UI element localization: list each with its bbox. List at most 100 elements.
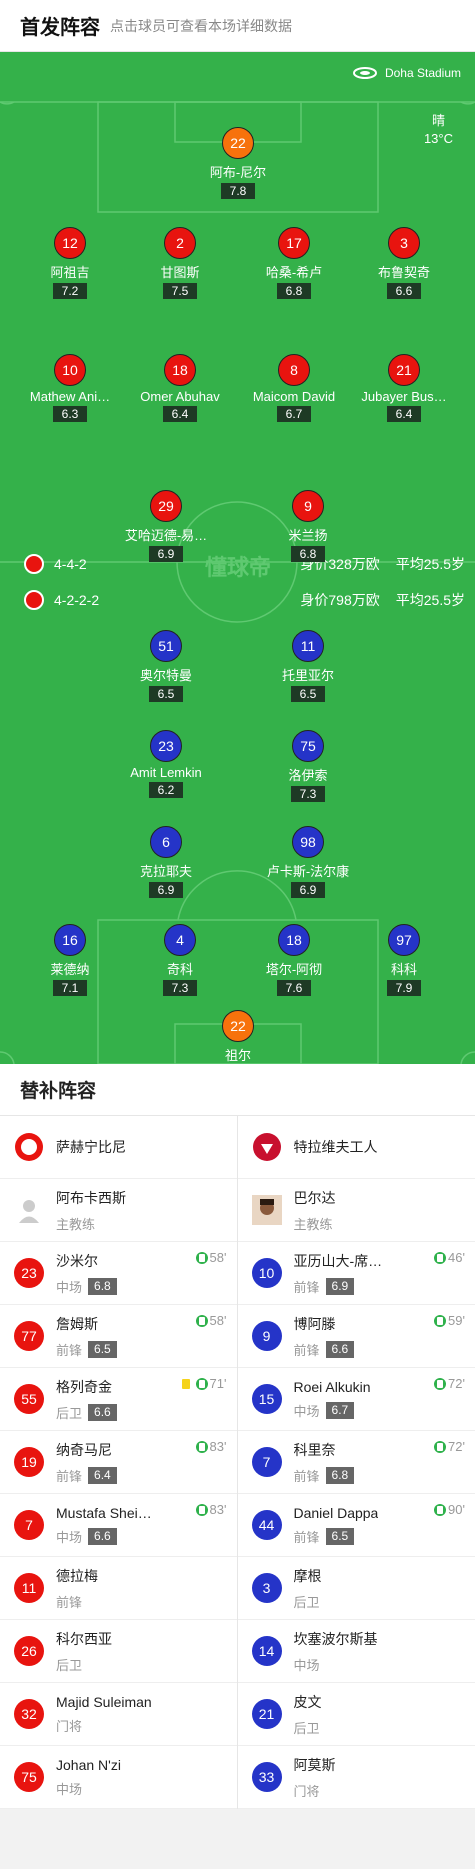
bench-player-rating: 6.6 [88,1528,117,1545]
player-name: 阿祖吉 [10,262,130,281]
player-rating: 7.5 [163,283,197,299]
stadium-label: Doha Stadium [353,66,461,80]
sub-in-minute: 46' [448,1250,465,1265]
bench-player-position: 中场 [56,1527,82,1546]
player-away-5[interactable]: 98卢卡斯-法尔康6.9 [248,826,368,899]
player-home-3[interactable]: 17哈桑-希卢6.8 [234,227,354,300]
player-rating: 6.8 [277,283,311,299]
bench-player-row[interactable]: 7科里奈前锋6.872' [238,1431,475,1494]
bench-player-row[interactable]: 44Daniel Dappa前锋6.590' [238,1494,475,1557]
sub-in-badge: 59' [434,1313,465,1328]
bench-player-row[interactable]: 55格列奇金后卫6.671' [0,1368,237,1431]
sub-in-icon [196,1504,208,1516]
sub-in-icon [434,1378,446,1390]
bench-player-position: 前锋 [294,1466,320,1485]
player-name: 托里亚尔 [248,665,368,684]
sub-in-minute: 83' [210,1439,227,1454]
player-name: 阿布-尼尔 [178,162,298,181]
home-coach-row[interactable]: 阿布卡西斯主教练 [0,1179,237,1242]
player-name: 艾哈迈德-易… [106,525,226,544]
bench-player-row[interactable]: 26科尔西亚后卫 [0,1620,237,1683]
player-home-1[interactable]: 12 阿祖吉 7.2 [10,227,130,300]
bench-player-name: Roei Alkukin [294,1379,371,1395]
bench-player-row[interactable]: 10亚历山大-席…前锋6.946' [238,1242,475,1305]
player-rating: 6.4 [163,406,197,422]
bench-player-row[interactable]: 19纳奇马尼前锋6.483' [0,1431,237,1494]
player-away-7[interactable]: 4奇科7.3 [120,924,240,997]
bench-player-row[interactable]: 23沙米尔中场6.858' [0,1242,237,1305]
sub-in-minute: 58' [210,1250,227,1265]
bench-player-row[interactable]: 33阿莫斯门将 [238,1746,475,1809]
player-number: 3 [388,227,420,259]
bench-title: 替补阵容 [0,1064,475,1116]
bench-player-row[interactable]: 14坎塞波尔斯基中场 [238,1620,475,1683]
player-away-9[interactable]: 97科科7.9 [344,924,464,997]
bench-player-row[interactable]: 21皮文后卫 [238,1683,475,1746]
lineup-subtitle: 点击球员可查看本场详细数据 [110,16,292,36]
player-number: 29 [150,490,182,522]
bench-player-position: 后卫 [56,1655,82,1674]
bench-player-position: 中场 [294,1401,320,1420]
yellow-card-icon [182,1379,190,1389]
bench-player-rating: 6.8 [326,1467,355,1484]
bench-player-number: 11 [14,1573,44,1603]
player-number: 12 [54,227,86,259]
bench-player-position: 后卫 [294,1718,320,1737]
bench-player-name: Majid Suleiman [56,1694,152,1710]
player-home-4[interactable]: 3布鲁契奇6.6 [344,227,464,300]
player-away-10[interactable]: 22祖尔7.6 [178,1010,298,1064]
weather-condition: 晴 [424,112,453,130]
player-home-8[interactable]: 21Jubayer Bus…6.4 [344,354,464,423]
player-number: 51 [150,630,182,662]
bench-player-name: 科尔西亚 [56,1629,112,1649]
bench-player-row[interactable]: 77詹姆斯前锋6.558' [0,1305,237,1368]
player-name: 祖尔 [178,1045,298,1064]
bench-player-position: 前锋 [294,1340,320,1359]
player-name: 卢卡斯-法尔康 [248,861,368,880]
player-away-2[interactable]: 23Amit Lemkin6.2 [106,730,226,799]
player-name: 科科 [344,959,464,978]
player-away-3[interactable]: 75洛伊索7.3 [248,730,368,803]
home-team-row[interactable]: 萨赫宁比尼 [0,1116,237,1179]
player-home-10[interactable]: 9米兰扬6.8 [248,490,368,563]
sub-in-icon [434,1252,446,1264]
player-name: 米兰扬 [248,525,368,544]
bench-player-row[interactable]: 15Roei Alkukin中场6.772' [238,1368,475,1431]
away-coach-name: 巴尔达 [294,1188,336,1208]
bench-player-position: 中场 [294,1655,320,1674]
player-home-9[interactable]: 29 艾哈迈德-易… 6.9 [106,490,226,563]
away-coach-row[interactable]: 巴尔达主教练 [238,1179,475,1242]
player-home-5[interactable]: 10Mathew Ani…6.3 [10,354,130,423]
player-rating: 6.7 [277,406,311,422]
player-name: 奥尔特曼 [106,665,226,684]
player-rating: 6.9 [149,546,183,562]
player-home-6[interactable]: 18Omer Abuhav6.4 [120,354,240,423]
sub-in-minute: 59' [448,1313,465,1328]
player-rating: 7.2 [53,283,87,299]
away-team-logo-icon [252,1132,282,1162]
bench-player-row[interactable]: 7Mustafa Shei…中场6.683' [0,1494,237,1557]
bench-player-position: 中场 [56,1779,82,1798]
home-coach-role: 主教练 [56,1214,126,1233]
player-away-6[interactable]: 16莱德纳7.1 [10,924,130,997]
bench-player-row[interactable]: 9博阿滕前锋6.659' [238,1305,475,1368]
player-away-4[interactable]: 6克拉耶夫6.9 [106,826,226,899]
home-bench: 萨赫宁比尼 阿布卡西斯主教练 23沙米尔中场6.858'77詹姆斯前锋6.558… [0,1116,238,1809]
player-away-8[interactable]: 18塔尔-阿彻7.6 [234,924,354,997]
player-home-7[interactable]: 8Maicom David6.7 [234,354,354,423]
player-away-1[interactable]: 11托里亚尔6.5 [248,630,368,703]
player-home-2[interactable]: 2甘图斯7.5 [120,227,240,300]
bench-player-row[interactable]: 11德拉梅前锋 [0,1557,237,1620]
player-rating: 7.9 [387,980,421,996]
bench-player-name: 科里奈 [294,1440,355,1460]
bench-player-number: 15 [252,1384,282,1414]
player-home-0[interactable]: 22阿布-尼尔7.8 [178,127,298,200]
away-team-row[interactable]: 特拉维夫工人 [238,1116,475,1179]
bench-player-row[interactable]: 75Johan N'zi中场 [0,1746,237,1809]
player-rating: 7.8 [221,183,255,199]
bench-player-row[interactable]: 32Majid Suleiman门将 [0,1683,237,1746]
bench-player-row[interactable]: 3摩根后卫 [238,1557,475,1620]
player-away-0[interactable]: 51奥尔特曼6.5 [106,630,226,703]
player-number: 23 [150,730,182,762]
player-rating: 6.9 [291,882,325,898]
